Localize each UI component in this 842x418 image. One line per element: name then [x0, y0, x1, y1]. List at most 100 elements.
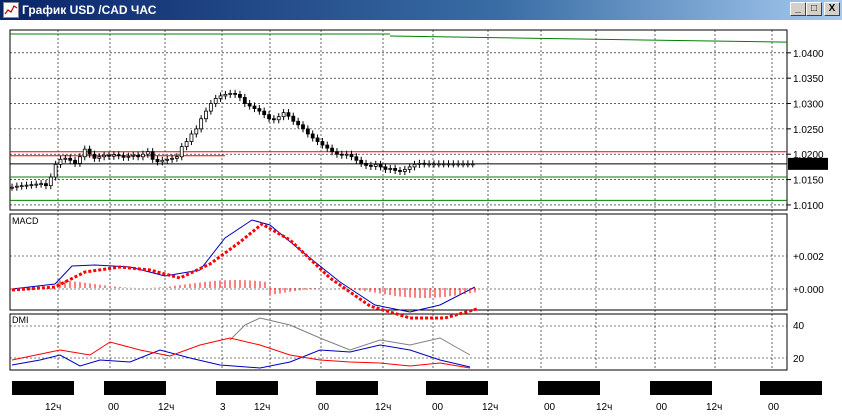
candle-body — [155, 158, 160, 163]
price-tick-label: 1.0150 — [793, 176, 824, 187]
candle-body — [165, 158, 170, 161]
hour-label: 00 — [108, 402, 120, 413]
candle-body — [335, 151, 339, 155]
candle-body — [174, 156, 179, 159]
candle-body — [48, 176, 53, 187]
minimize-button[interactable]: _ — [790, 2, 806, 16]
hour-label: 00 — [656, 402, 668, 413]
chart-svg[interactable]: 1.04001.03501.03001.02501.02001.01501.01… — [0, 20, 842, 418]
maximize-button[interactable]: □ — [806, 2, 822, 16]
candle-body — [441, 163, 446, 166]
dmi-tick-label: 20 — [793, 354, 805, 365]
candle-body — [393, 168, 398, 171]
candle-body — [383, 166, 388, 170]
candle-body — [189, 133, 194, 142]
date-label: 13.1.2012 — [653, 384, 698, 395]
candle-body — [121, 155, 126, 158]
candle-body — [63, 157, 68, 160]
candle-body — [432, 163, 436, 166]
candle-body — [247, 103, 252, 107]
candle-body — [398, 170, 402, 172]
macd-label: MACD — [12, 216, 39, 226]
candle-body — [58, 158, 63, 165]
candle-body — [24, 184, 29, 187]
macd-tick-label: +0.000 — [793, 285, 824, 296]
candle-body — [53, 163, 58, 178]
chart-area[interactable]: 1.0400 1.0350 1.0300 1.0250 1.0200 1.0150 1.01… — [0, 20, 842, 418]
candle-body — [92, 153, 97, 159]
price-tick-label: 1.0300 — [793, 100, 824, 111]
candle-body — [373, 163, 378, 167]
date-label: 5.1.2012 — [15, 384, 54, 395]
candle-body — [170, 157, 174, 160]
candle-body — [368, 164, 373, 167]
current-price-label: 1.0181 — [791, 160, 822, 171]
candle-body — [87, 148, 92, 155]
candle-body — [233, 92, 238, 95]
dmi-label: DMI — [12, 315, 29, 325]
candle-body — [213, 98, 218, 104]
price-tick-label: 1.0350 — [793, 74, 824, 85]
candle-body — [296, 120, 301, 126]
candle-body — [446, 163, 451, 166]
candle-body — [73, 159, 77, 164]
candle-body — [14, 185, 19, 188]
candle-body — [218, 95, 223, 99]
price-panel-frame — [9, 29, 788, 211]
candle-body — [451, 163, 456, 166]
candle-body — [436, 163, 441, 166]
hour-label: 12ч — [45, 402, 61, 413]
candle-body — [116, 154, 121, 157]
candle-body — [179, 146, 184, 158]
date-label: 9.1.2012 — [219, 384, 258, 395]
hour-label: 00 — [544, 402, 556, 413]
hour-label: 12ч — [596, 402, 612, 413]
candle-body — [82, 148, 87, 158]
candle-body — [305, 128, 310, 135]
candle-body — [68, 157, 73, 161]
candle-body — [10, 186, 14, 189]
candle-body — [281, 112, 286, 118]
candle-body — [238, 93, 242, 98]
candle-body — [145, 151, 150, 155]
candle-body — [349, 153, 354, 158]
hour-label: 12ч — [375, 402, 391, 413]
candle-body — [131, 154, 136, 157]
candle-body — [19, 185, 24, 188]
date-label: 10.1.2012 — [319, 384, 364, 395]
candle-body — [417, 162, 422, 165]
hour-label: 00 — [318, 402, 330, 413]
candle-body — [136, 154, 141, 158]
hour-label: 00 — [768, 402, 780, 413]
date-label: 6.1.2012 — [107, 384, 146, 395]
candle-body — [364, 162, 368, 166]
candle-body — [44, 183, 48, 187]
candle-body — [291, 115, 296, 122]
candle-body — [456, 163, 461, 166]
price-tick-label: 1.0250 — [793, 125, 824, 136]
candle-body — [315, 137, 320, 142]
hour-label: 12ч — [706, 402, 722, 413]
dmi-tick-label: 40 — [793, 321, 805, 332]
candle-body — [199, 118, 204, 130]
candle-body — [102, 154, 107, 158]
candle-body — [228, 92, 233, 95]
candle-body — [208, 103, 213, 112]
candle-body — [111, 154, 116, 157]
chart-app-icon — [3, 2, 19, 18]
date-label: 11.1.2012 — [429, 384, 473, 395]
candle-body — [126, 155, 131, 158]
candle-body — [97, 156, 102, 159]
candle-body — [388, 168, 393, 170]
hour-label: 12ч — [482, 402, 498, 413]
candle-body — [257, 108, 262, 112]
candle-body — [354, 156, 359, 161]
candle-body — [359, 159, 364, 164]
candle-body — [78, 156, 82, 164]
candle-body — [141, 153, 145, 158]
candle-body — [150, 151, 155, 160]
candle-body — [267, 114, 271, 120]
candle-body — [402, 169, 407, 172]
close-button[interactable]: X — [824, 2, 840, 16]
window-titlebar: График USD /CAD ЧАС _ □ X — [0, 0, 842, 20]
